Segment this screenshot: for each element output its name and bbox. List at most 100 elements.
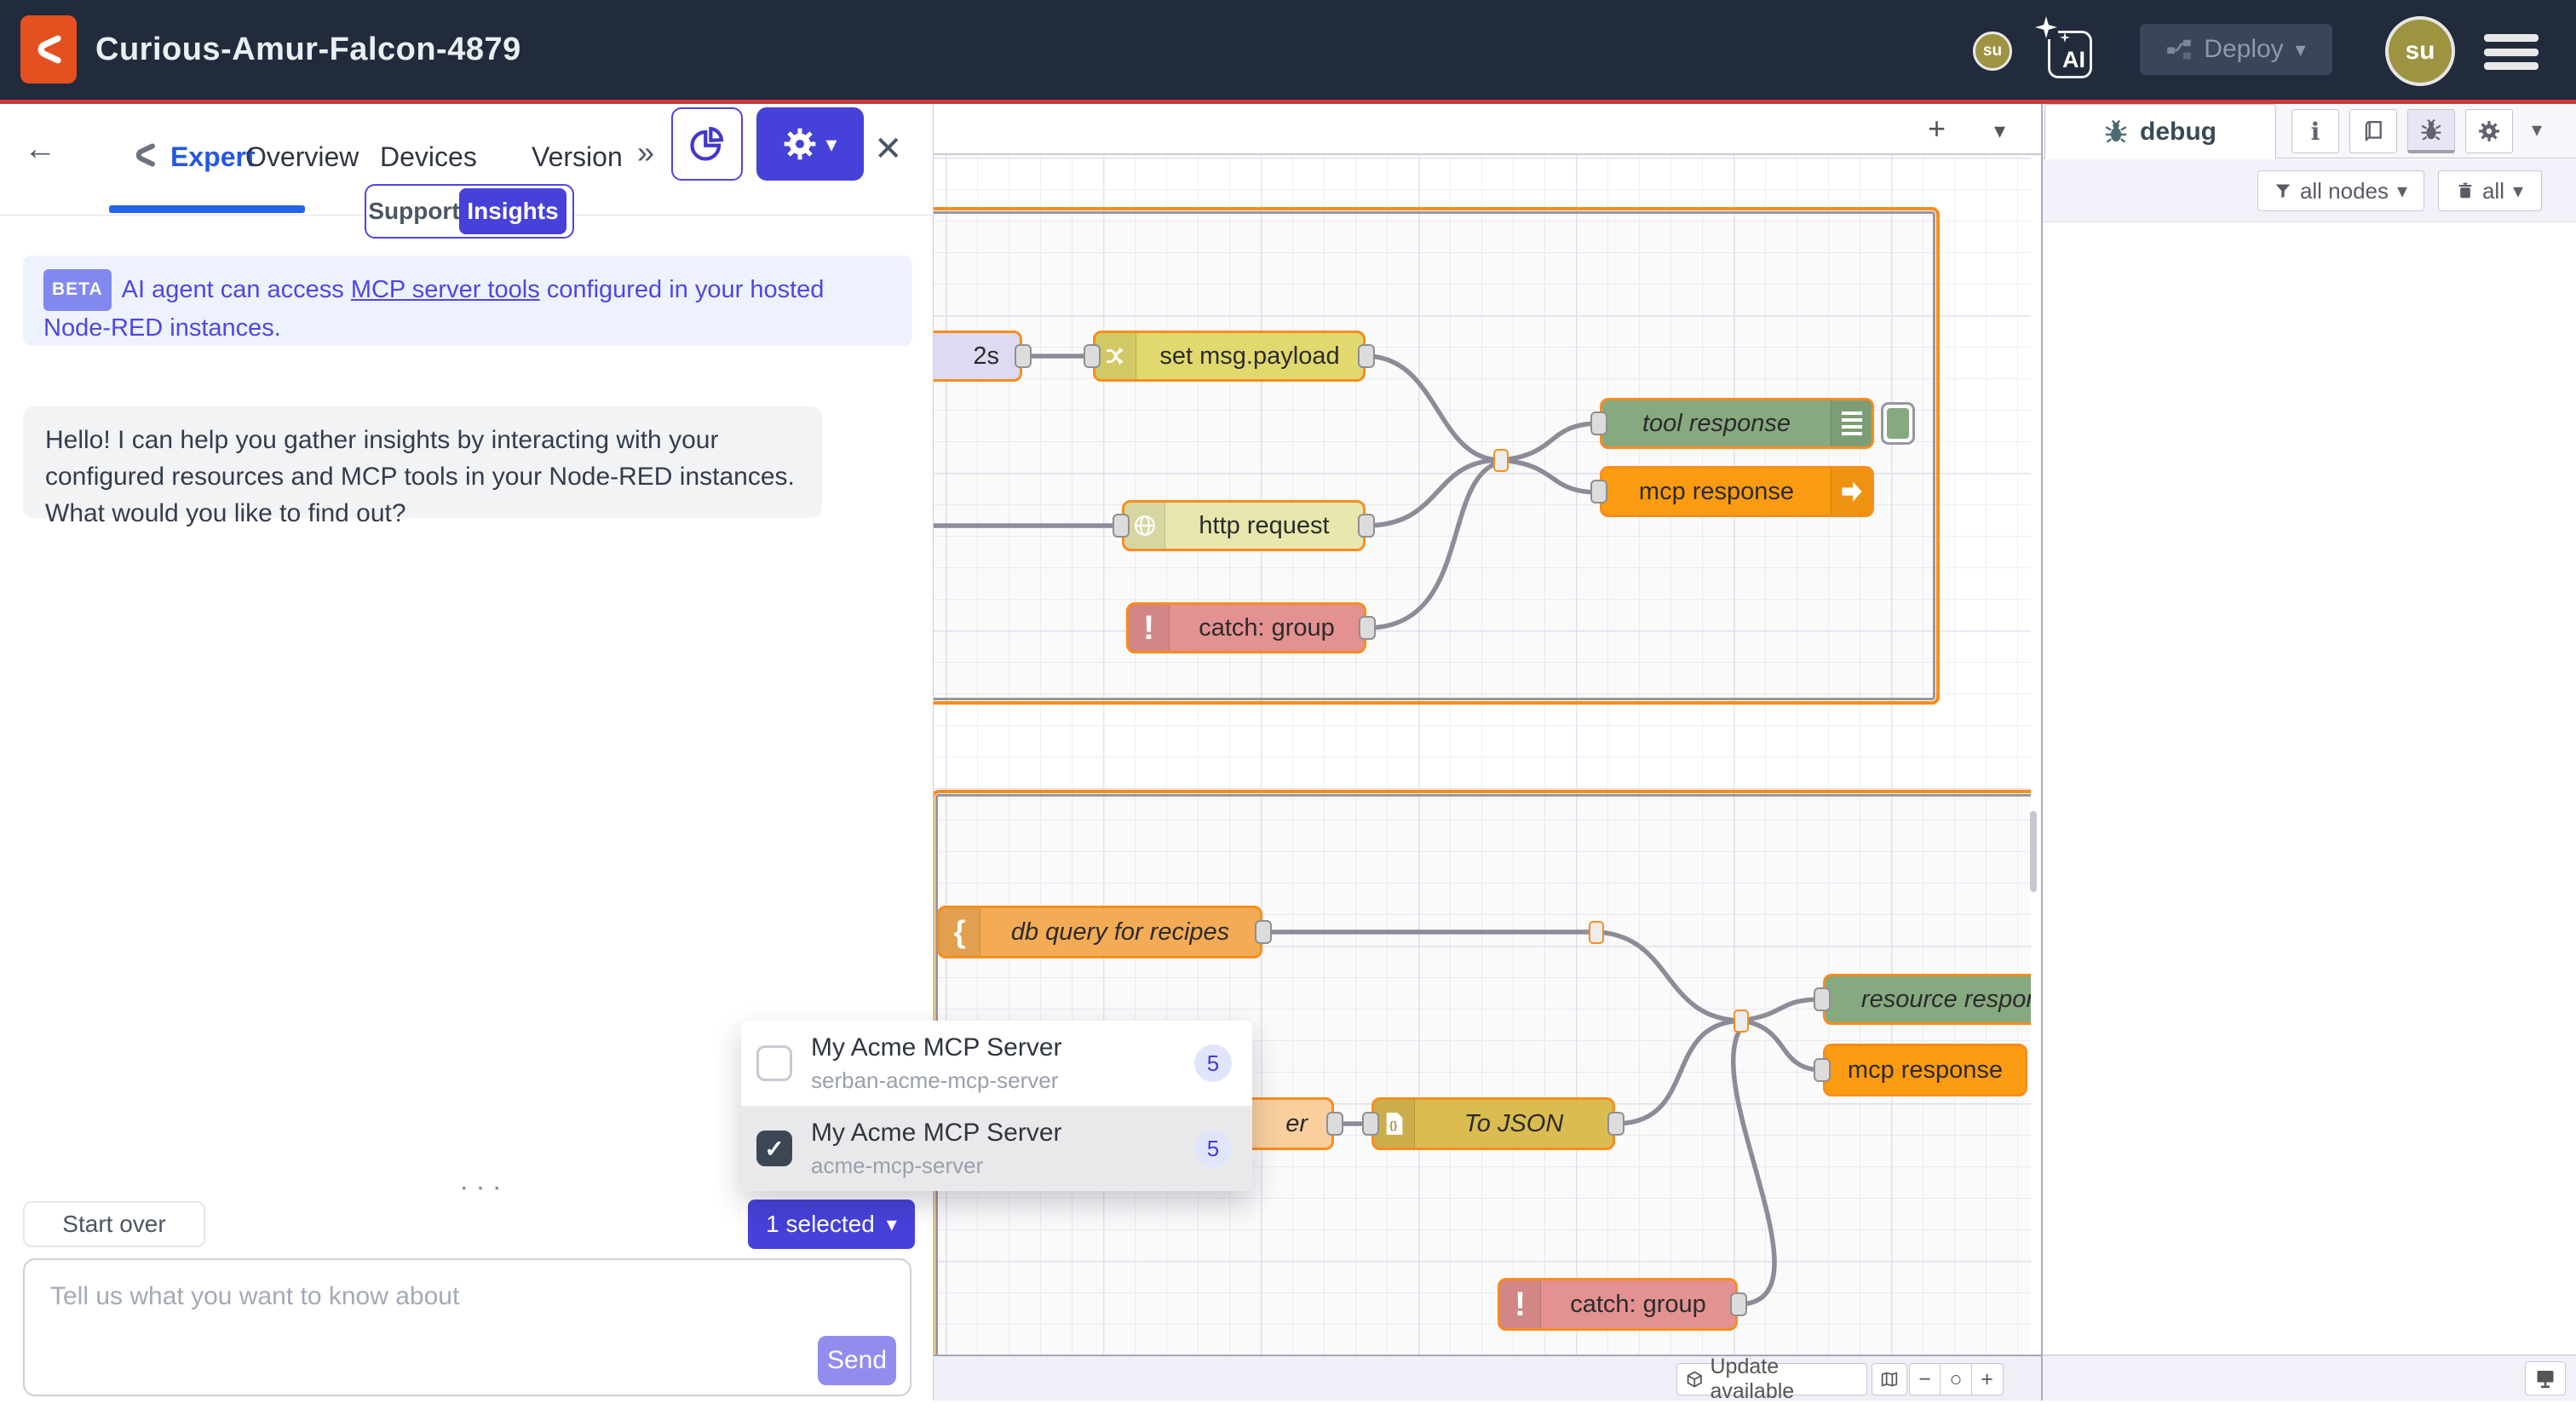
open-in-window-button[interactable] bbox=[2525, 1361, 2566, 1395]
resize-handle[interactable]: ··· bbox=[433, 1171, 535, 1204]
insights-chart-button[interactable] bbox=[671, 107, 743, 181]
flow-list-chevron-icon[interactable]: ▾ bbox=[1994, 118, 2005, 144]
send-button[interactable]: Send bbox=[818, 1336, 896, 1385]
flowfuse-logo[interactable] bbox=[20, 15, 77, 83]
canvas-scrollbar[interactable] bbox=[2030, 811, 2037, 892]
wire[interactable] bbox=[1501, 423, 1600, 460]
minimap-toggle-button[interactable] bbox=[1872, 1363, 1907, 1395]
wire-junction[interactable] bbox=[1589, 921, 1604, 944]
wire[interactable] bbox=[1366, 462, 1501, 628]
node-change-set-msg-payload[interactable]: set msg.payload bbox=[1093, 331, 1366, 382]
input-port[interactable] bbox=[1590, 411, 1607, 435]
wire[interactable] bbox=[1366, 356, 1501, 460]
template-brace-icon: { bbox=[940, 908, 980, 956]
flow-canvas-viewport[interactable]: 2s set msg.payload tool response mcp res… bbox=[934, 104, 2031, 1401]
chat-input[interactable] bbox=[25, 1260, 910, 1395]
back-button[interactable]: ← bbox=[24, 131, 56, 168]
instance-title: Curious-Amur-Falcon-4879 bbox=[95, 0, 521, 100]
sidebar-tab-info[interactable]: i bbox=[2291, 109, 2339, 153]
tab-version[interactable]: Version bbox=[532, 141, 623, 173]
sidebar-tab-config[interactable] bbox=[2465, 109, 2513, 153]
input-port[interactable] bbox=[1113, 514, 1130, 538]
output-port[interactable] bbox=[1358, 344, 1375, 368]
deploy-button[interactable]: Deploy ▾ bbox=[2140, 24, 2332, 75]
node-mcp-response-top[interactable]: mcp response bbox=[1600, 466, 1874, 517]
input-port[interactable] bbox=[1362, 1112, 1379, 1136]
server-selection-button[interactable]: 1 selected ▾ bbox=[748, 1200, 915, 1249]
assistant-message: Hello! I can help you gather insights by… bbox=[23, 406, 822, 518]
output-port[interactable] bbox=[1255, 920, 1272, 944]
wire[interactable] bbox=[1501, 460, 1600, 492]
output-port[interactable] bbox=[1358, 514, 1375, 538]
mcp-server-tools-link[interactable]: MCP server tools bbox=[351, 276, 540, 303]
dropdown-item[interactable]: ✓ My Acme MCP Server serban-acme-mcp-ser… bbox=[741, 1021, 1252, 1106]
sparkle-small-icon bbox=[2060, 32, 2070, 43]
node-json-to-json[interactable]: To JSON bbox=[1371, 1097, 1615, 1150]
wire[interactable] bbox=[1615, 1021, 1741, 1124]
zoom-reset-button[interactable]: ○ bbox=[1940, 1363, 1972, 1395]
start-over-button[interactable]: Start over bbox=[23, 1201, 205, 1247]
update-available-button[interactable]: Update available bbox=[1676, 1363, 1867, 1395]
ai-assistant-button[interactable]: AI bbox=[2038, 22, 2092, 78]
wire-junction[interactable] bbox=[1493, 449, 1509, 472]
debug-filter-bar: all nodes ▾ all ▾ bbox=[2043, 159, 2576, 222]
dropdown-item[interactable]: ✓ My Acme MCP Server acme-mcp-server 5 bbox=[741, 1106, 1252, 1191]
change-icon bbox=[1095, 333, 1136, 379]
avatar-small[interactable]: su bbox=[1973, 32, 2012, 71]
output-port[interactable] bbox=[1607, 1112, 1624, 1136]
node-template-db-query[interactable]: { db query for recipes bbox=[937, 906, 1262, 958]
mode-insights-button[interactable]: Insights bbox=[459, 188, 566, 234]
wire-junction[interactable] bbox=[1734, 1010, 1749, 1033]
wire[interactable] bbox=[1366, 460, 1501, 526]
bug-icon bbox=[2104, 120, 2128, 144]
assistant-settings-button[interactable]: ▾ bbox=[756, 107, 864, 181]
tab-expert[interactable]: Expert bbox=[170, 141, 256, 173]
checkbox[interactable]: ✓ bbox=[756, 1045, 792, 1081]
wire[interactable] bbox=[1741, 999, 1823, 1021]
sidebar-tab-bar: debug i ▾ bbox=[2043, 104, 2576, 158]
output-port[interactable] bbox=[1359, 616, 1376, 640]
output-port[interactable] bbox=[1730, 1292, 1747, 1316]
top-header: Curious-Amur-Falcon-4879 su AI Deploy ▾ … bbox=[0, 0, 2576, 100]
input-port[interactable] bbox=[1084, 344, 1101, 368]
zoom-out-button[interactable]: − bbox=[1909, 1363, 1941, 1395]
sidebar-tab-help[interactable] bbox=[2349, 109, 2397, 153]
node-mcp-response-bottom[interactable]: mcp response bbox=[1823, 1044, 2027, 1096]
input-port[interactable] bbox=[1590, 480, 1607, 503]
wire[interactable] bbox=[1734, 1029, 1774, 1304]
tab-debug[interactable]: debug bbox=[2044, 104, 2276, 159]
tab-devices[interactable]: Devices bbox=[380, 141, 477, 173]
book-icon bbox=[2362, 120, 2384, 142]
user-avatar[interactable]: su bbox=[2385, 16, 2455, 86]
node-debug-tool-response[interactable]: tool response bbox=[1600, 398, 1874, 449]
node-debug-resource-response[interactable]: resource response bbox=[1823, 974, 2031, 1025]
input-port[interactable] bbox=[1814, 987, 1831, 1011]
checkbox[interactable]: ✓ bbox=[756, 1131, 792, 1166]
output-port[interactable] bbox=[1015, 344, 1032, 368]
add-flow-button[interactable]: + bbox=[1928, 111, 1946, 147]
mode-support-button[interactable]: Support bbox=[369, 188, 459, 234]
debug-filter-button[interactable]: all nodes ▾ bbox=[2257, 170, 2424, 211]
node-catch-group-top[interactable]: ! catch: group bbox=[1126, 602, 1366, 653]
wire[interactable] bbox=[1596, 932, 1741, 1021]
sidebar-tab-debug-messages[interactable] bbox=[2407, 109, 2455, 153]
zoom-in-button[interactable]: + bbox=[1971, 1363, 2004, 1395]
debug-clear-button[interactable]: all ▾ bbox=[2438, 170, 2542, 211]
node-catch-group-bottom[interactable]: ! catch: group bbox=[1498, 1278, 1738, 1331]
main-menu-button[interactable] bbox=[2484, 34, 2539, 70]
node-inject-2s[interactable]: 2s bbox=[934, 331, 1022, 382]
tab-overflow-button[interactable]: » bbox=[637, 135, 654, 170]
tab-overview[interactable]: Overview bbox=[245, 141, 359, 173]
output-port[interactable] bbox=[1326, 1112, 1343, 1136]
zoom-controls: − ○ + bbox=[1910, 1363, 2004, 1395]
chevron-down-icon[interactable]: ▾ bbox=[2296, 37, 2306, 62]
flow-canvas[interactable]: 2s set msg.payload tool response mcp res… bbox=[934, 104, 2031, 1401]
input-port[interactable] bbox=[1814, 1058, 1831, 1082]
sidebar-menu-chevron-icon[interactable]: ▾ bbox=[2532, 118, 2542, 142]
assistant-panel: ← Expert Overview Devices Version » ▾ ✕ … bbox=[0, 104, 934, 1401]
node-http-request[interactable]: http request bbox=[1122, 500, 1366, 551]
wire[interactable] bbox=[1741, 1021, 1823, 1070]
close-panel-button[interactable]: ✕ bbox=[874, 129, 903, 169]
debug-enable-toggle[interactable] bbox=[1881, 402, 1915, 445]
server-subtitle: acme-mcp-server bbox=[811, 1153, 1176, 1179]
